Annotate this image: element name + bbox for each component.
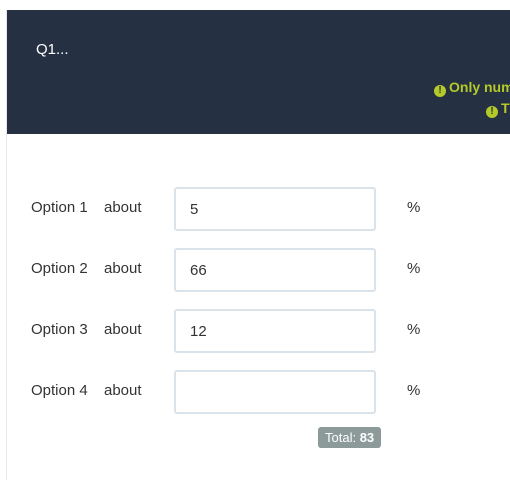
option-row-4: Option 4 about % (7, 370, 510, 416)
percent-unit: % (407, 199, 421, 216)
option-row-2: Option 2 about % (7, 248, 510, 294)
option-row-1: Option 1 about % (7, 187, 510, 233)
option-label: Option 4 (31, 382, 88, 399)
total-label: Total: (325, 430, 357, 445)
option-qualifier: about (104, 260, 142, 277)
total-value: 83 (359, 430, 375, 445)
validation-warning-numeric: ! Only num (434, 79, 510, 97)
option-row-3: Option 3 about % (7, 309, 510, 355)
option-qualifier: about (104, 321, 142, 338)
percent-unit: % (407, 382, 421, 399)
percent-unit: % (407, 321, 421, 338)
percent-unit: % (407, 260, 421, 277)
exclamation-icon: ! (434, 85, 446, 97)
exclamation-icon: ! (486, 106, 498, 118)
option-qualifier: about (104, 382, 142, 399)
question-title: Q1... (36, 41, 69, 58)
option-qualifier: about (104, 199, 142, 216)
validation-warning-total: ! T (486, 100, 510, 118)
option-label: Option 3 (31, 321, 88, 338)
option-3-input[interactable] (174, 309, 376, 353)
option-2-input[interactable] (174, 248, 376, 292)
option-label: Option 2 (31, 260, 88, 277)
option-1-input[interactable] (174, 187, 376, 231)
question-panel: Q1... !Only num !T Option 1 about % Opti… (7, 10, 510, 480)
total-badge: Total: 83 (318, 427, 382, 448)
option-label: Option 1 (31, 199, 88, 216)
question-header: Q1... ! Only num ! T (7, 10, 510, 134)
option-4-input[interactable] (174, 370, 376, 414)
